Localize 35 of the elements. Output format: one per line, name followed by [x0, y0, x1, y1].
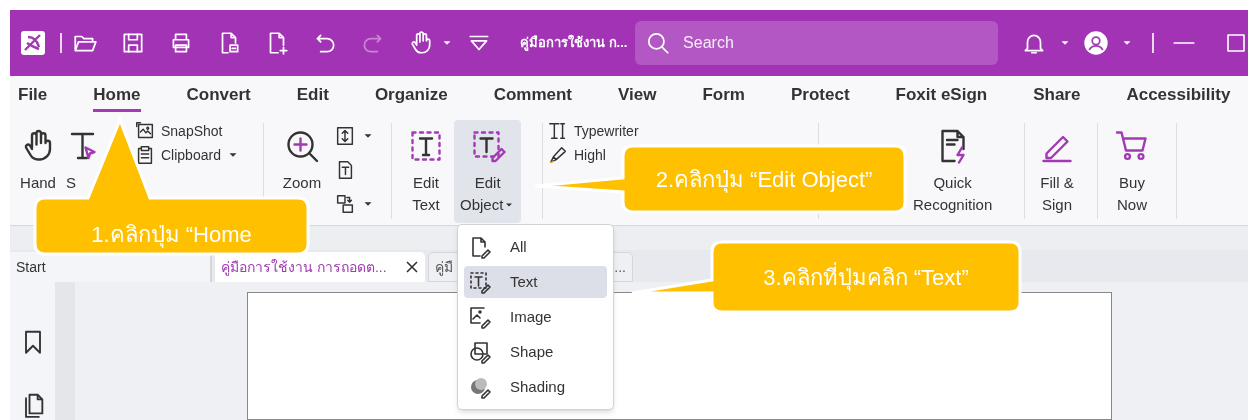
menu-tab[interactable]: Form [702, 82, 745, 112]
search-field[interactable]: Search [635, 21, 998, 65]
ribbon-button[interactable]: Buy Now [1104, 120, 1160, 223]
menu-tab[interactable]: Organize [374, 82, 448, 112]
ribbon-button[interactable]: Clipboard [134, 144, 240, 166]
ribbon-button[interactable]: SnapShot [134, 120, 240, 142]
menu-tab[interactable]: Foxit eSign [895, 82, 988, 112]
ribbon-button[interactable]: Edit Text [398, 120, 454, 223]
menu-item[interactable]: Shape [464, 336, 607, 368]
menu-tab[interactable]: Accessibility [1126, 82, 1231, 112]
document-tab[interactable]: คู่มือการใช้งาน การถอดต... [215, 252, 425, 282]
document-title: คู่มือการใช้งาน ก... [520, 33, 629, 53]
ribbon-button[interactable]: Zoom [274, 120, 330, 223]
menu-tab[interactable]: Protect [790, 82, 850, 112]
ribbon-button[interactable]: Edit Object [454, 120, 522, 223]
menu-item[interactable]: All [464, 231, 607, 263]
menu-item[interactable]: Image [464, 301, 607, 333]
callout-text: 3.คลิกที่ปุ่มคลิก “Text” [763, 261, 969, 293]
callout-text: 1.คลิกปุ่ม “Home [91, 220, 252, 250]
ribbon-button[interactable]: S [66, 120, 106, 223]
menu-tab[interactable]: View [618, 82, 657, 112]
menu-tab[interactable]: Share [1033, 82, 1081, 112]
callout-text: 2.คลิกปุ่ม “Edit Object” [655, 165, 873, 195]
ribbon-button[interactable]: Fill & Sign [1029, 120, 1085, 223]
menu-item[interactable]: Shading [464, 371, 607, 403]
menu-tab[interactable]: File [18, 82, 48, 112]
menu-tab[interactable]: Convert [186, 82, 251, 112]
menu-tab[interactable]: Edit [296, 82, 329, 112]
ribbon-button[interactable]: Highl [547, 144, 639, 166]
menu-item[interactable]: Text [464, 266, 607, 298]
ribbon-button[interactable]: Typewriter [547, 120, 639, 142]
ribbon-button[interactable]: Quick Recognition [907, 120, 999, 223]
ribbon-button[interactable]: Hand [10, 120, 66, 223]
menu-tab[interactable]: Comment [493, 82, 573, 112]
menu-tab[interactable]: Home [93, 82, 141, 112]
